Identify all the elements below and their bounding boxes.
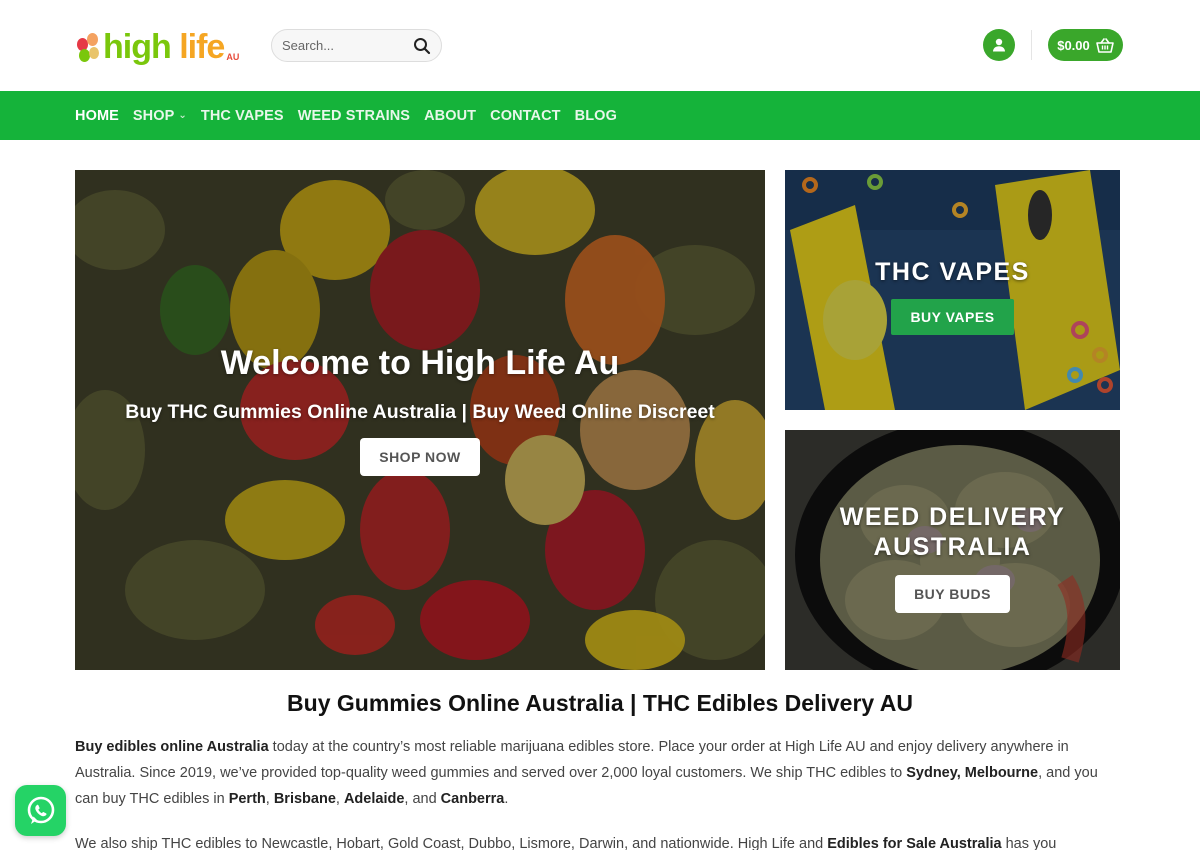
link-buy-edibles[interactable]: Buy edibles online Australia (75, 739, 269, 755)
link-edibles-for-sale[interactable]: Edibles for Sale Australia (827, 836, 1001, 850)
shop-now-button[interactable]: SHOP NOW (360, 438, 480, 476)
logo-wordmark: high life (103, 28, 225, 66)
nav-item-weed-strains[interactable]: WEED STRAINS (298, 108, 410, 124)
account-button[interactable] (983, 29, 1015, 61)
search-icon[interactable] (413, 37, 431, 55)
nav-item-thc-vapes[interactable]: THC VAPES (201, 108, 284, 124)
intro-paragraph: Buy edibles online Australia today at th… (75, 734, 1125, 812)
gummy-bear-logo-icon (75, 30, 101, 66)
logo-text-high: high (103, 28, 172, 66)
buds-banner-title-line1: WEED DELIVERY (839, 503, 1066, 531)
nav-item-contact[interactable]: CONTACT (490, 108, 561, 124)
buds-banner-title-line2: AUSTRALIA (873, 533, 1032, 561)
text-span: . (504, 791, 509, 807)
nav-item-home[interactable]: HOME (75, 108, 119, 124)
nav-item-about[interactable]: ABOUT (424, 108, 476, 124)
site-logo[interactable]: high life AU (75, 22, 239, 66)
buds-banner-content: WEED DELIVERY AUSTRALIA BUY BUDS (785, 502, 1120, 613)
thc-vapes-banner[interactable]: THC VAPES BUY VAPES (785, 170, 1120, 410)
search-box (271, 29, 442, 62)
bold-canberra: Canberra (440, 791, 505, 807)
nav-item-blog[interactable]: BLOG (575, 108, 617, 124)
cart-button[interactable]: $0.00 (1048, 29, 1123, 61)
chevron-down-icon: ⌄ (178, 110, 187, 121)
nav-item-shop-label: SHOP (132, 107, 175, 124)
bold-adelaide: Adelaide (343, 791, 405, 807)
bold-sydney-melbourne: Sydney, Melbourne (906, 765, 1039, 781)
cart-total: $0.00 (1057, 37, 1090, 53)
vapes-banner-title: THC VAPES (875, 258, 1030, 286)
text-span: , and (404, 791, 441, 807)
whatsapp-icon (27, 796, 54, 824)
hero-subtitle: Buy THC Gummies Online Australia | Buy W… (125, 401, 715, 423)
bold-perth: Perth (228, 791, 266, 807)
text-span: has you (1001, 836, 1057, 850)
logo-text-life: life (179, 28, 225, 66)
text-span: , (335, 791, 344, 807)
buy-vapes-button[interactable]: BUY VAPES (891, 299, 1014, 335)
basket-icon (1095, 37, 1114, 53)
bold-brisbane: Brisbane (273, 791, 336, 807)
user-icon (993, 38, 1005, 52)
content-heading: Buy Gummies Online Australia | THC Edibl… (287, 690, 913, 716)
hero-content: Welcome to High Life Au Buy THC Gummies … (75, 344, 765, 476)
main-nav: HOME SHOP ⌄ THC VAPES WEED STRAINS ABOUT … (0, 91, 1200, 140)
second-paragraph: We also ship THC edibles to Newcastle, H… (75, 831, 1125, 850)
whatsapp-chat-button[interactable] (15, 785, 66, 836)
hero-banner[interactable]: Welcome to High Life Au Buy THC Gummies … (75, 170, 765, 670)
logo-au: AU (226, 52, 240, 62)
text-span: , (265, 791, 274, 807)
nav-item-shop[interactable]: SHOP ⌄ (133, 108, 187, 124)
search-input[interactable] (282, 38, 407, 53)
site-header: high life AU $0.00 (0, 0, 1200, 91)
header-divider (1031, 30, 1032, 60)
vapes-banner-content: THC VAPES BUY VAPES (785, 257, 1120, 335)
weed-delivery-banner[interactable]: WEED DELIVERY AUSTRALIA BUY BUDS (785, 430, 1120, 670)
text-span: We also ship THC edibles to Newcastle, H… (75, 836, 828, 850)
buy-buds-button[interactable]: BUY BUDS (895, 575, 1010, 613)
hero-title: Welcome to High Life Au (220, 344, 620, 382)
